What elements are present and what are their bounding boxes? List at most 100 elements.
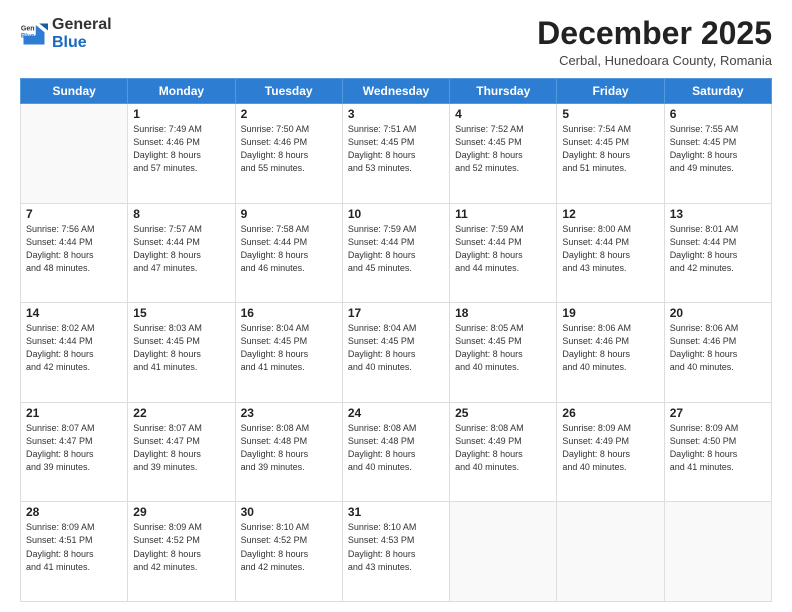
day-info: Sunrise: 8:08 AM Sunset: 4:48 PM Dayligh… bbox=[241, 422, 337, 474]
calendar-cell: 15 Sunrise: 8:03 AM Sunset: 4:45 PM Dayli… bbox=[128, 303, 235, 403]
day-number: 5 bbox=[562, 107, 658, 121]
day-number: 27 bbox=[670, 406, 766, 420]
calendar-cell: 23 Sunrise: 8:08 AM Sunset: 4:48 PM Dayli… bbox=[235, 402, 342, 502]
day-info: Sunrise: 8:02 AM Sunset: 4:44 PM Dayligh… bbox=[26, 322, 122, 374]
day-info: Sunrise: 8:08 AM Sunset: 4:48 PM Dayligh… bbox=[348, 422, 444, 474]
calendar-cell: 7 Sunrise: 7:56 AM Sunset: 4:44 PM Daylig… bbox=[21, 203, 128, 303]
day-info: Sunrise: 8:07 AM Sunset: 4:47 PM Dayligh… bbox=[26, 422, 122, 474]
calendar-cell: 8Sunrise: 7:57 AM Sunset: 4:44 PM Daylig… bbox=[128, 203, 235, 303]
day-number: 8 bbox=[133, 207, 229, 221]
day-info: Sunrise: 8:05 AM Sunset: 4:45 PM Dayligh… bbox=[455, 322, 551, 374]
day-info: Sunrise: 8:03 AM Sunset: 4:45 PM Dayligh… bbox=[133, 322, 229, 374]
day-number: 15 bbox=[133, 306, 229, 320]
logo-blue-text: Blue bbox=[52, 34, 112, 52]
day-header-sunday: Sunday bbox=[21, 79, 128, 104]
day-header-wednesday: Wednesday bbox=[342, 79, 449, 104]
calendar-cell: 20 Sunrise: 8:06 AM Sunset: 4:46 PM Dayli… bbox=[664, 303, 771, 403]
day-number: 31 bbox=[348, 505, 444, 519]
day-info: Sunrise: 8:06 AM Sunset: 4:46 PM Dayligh… bbox=[670, 322, 766, 374]
day-header-saturday: Saturday bbox=[664, 79, 771, 104]
day-number: 14 bbox=[26, 306, 122, 320]
day-info: Sunrise: 8:00 AM Sunset: 4:44 PM Dayligh… bbox=[562, 223, 658, 275]
day-info: Sunrise: 8:04 AM Sunset: 4:45 PM Dayligh… bbox=[241, 322, 337, 374]
week-row-2: 7 Sunrise: 7:56 AM Sunset: 4:44 PM Daylig… bbox=[21, 203, 772, 303]
calendar-cell: 21 Sunrise: 8:07 AM Sunset: 4:47 PM Dayli… bbox=[21, 402, 128, 502]
calendar-cell: 3Sunrise: 7:51 AM Sunset: 4:45 PM Daylig… bbox=[342, 104, 449, 204]
day-number: 20 bbox=[670, 306, 766, 320]
day-number: 28 bbox=[26, 505, 122, 519]
calendar-cell: 18Sunrise: 8:05 AM Sunset: 4:45 PM Dayli… bbox=[450, 303, 557, 403]
day-info: Sunrise: 7:59 AM Sunset: 4:44 PM Dayligh… bbox=[348, 223, 444, 275]
calendar-cell: 14 Sunrise: 8:02 AM Sunset: 4:44 PM Dayli… bbox=[21, 303, 128, 403]
calendar-cell: 25Sunrise: 8:08 AM Sunset: 4:49 PM Dayli… bbox=[450, 402, 557, 502]
day-number: 17 bbox=[348, 306, 444, 320]
day-info: Sunrise: 7:55 AM Sunset: 4:45 PM Dayligh… bbox=[670, 123, 766, 175]
day-number: 29 bbox=[133, 505, 229, 519]
day-number: 6 bbox=[670, 107, 766, 121]
calendar-cell: 12 Sunrise: 8:00 AM Sunset: 4:44 PM Dayli… bbox=[557, 203, 664, 303]
calendar-cell: 29 Sunrise: 8:09 AM Sunset: 4:52 PM Dayli… bbox=[128, 502, 235, 602]
calendar-cell: 13 Sunrise: 8:01 AM Sunset: 4:44 PM Dayli… bbox=[664, 203, 771, 303]
calendar-cell bbox=[557, 502, 664, 602]
subtitle: Cerbal, Hunedoara County, Romania bbox=[537, 53, 772, 68]
day-number: 9 bbox=[241, 207, 337, 221]
calendar-cell: 16Sunrise: 8:04 AM Sunset: 4:45 PM Dayli… bbox=[235, 303, 342, 403]
day-number: 13 bbox=[670, 207, 766, 221]
day-number: 24 bbox=[348, 406, 444, 420]
day-info: Sunrise: 7:54 AM Sunset: 4:45 PM Dayligh… bbox=[562, 123, 658, 175]
day-number: 30 bbox=[241, 505, 337, 519]
day-number: 2 bbox=[241, 107, 337, 121]
calendar-cell: 30 Sunrise: 8:10 AM Sunset: 4:52 PM Dayli… bbox=[235, 502, 342, 602]
calendar-cell: 17 Sunrise: 8:04 AM Sunset: 4:45 PM Dayli… bbox=[342, 303, 449, 403]
month-title: December 2025 bbox=[537, 16, 772, 51]
calendar-cell bbox=[664, 502, 771, 602]
day-number: 23 bbox=[241, 406, 337, 420]
day-info: Sunrise: 8:09 AM Sunset: 4:52 PM Dayligh… bbox=[133, 521, 229, 573]
day-number: 12 bbox=[562, 207, 658, 221]
day-info: Sunrise: 7:49 AM Sunset: 4:46 PM Dayligh… bbox=[133, 123, 229, 175]
day-info: Sunrise: 8:09 AM Sunset: 4:51 PM Dayligh… bbox=[26, 521, 122, 573]
day-header-tuesday: Tuesday bbox=[235, 79, 342, 104]
calendar-cell: 19Sunrise: 8:06 AM Sunset: 4:46 PM Dayli… bbox=[557, 303, 664, 403]
day-number: 4 bbox=[455, 107, 551, 121]
calendar-cell: 1 Sunrise: 7:49 AM Sunset: 4:46 PM Daylig… bbox=[128, 104, 235, 204]
day-info: Sunrise: 8:09 AM Sunset: 4:49 PM Dayligh… bbox=[562, 422, 658, 474]
day-number: 1 bbox=[133, 107, 229, 121]
svg-text:Blue: Blue bbox=[21, 32, 35, 39]
day-info: Sunrise: 7:58 AM Sunset: 4:44 PM Dayligh… bbox=[241, 223, 337, 275]
day-number: 21 bbox=[26, 406, 122, 420]
calendar-cell: 10 Sunrise: 7:59 AM Sunset: 4:44 PM Dayli… bbox=[342, 203, 449, 303]
calendar-table: SundayMondayTuesdayWednesdayThursdayFrid… bbox=[20, 78, 772, 602]
logo: Gen Blue General Blue bbox=[20, 16, 112, 51]
day-header-monday: Monday bbox=[128, 79, 235, 104]
day-number: 26 bbox=[562, 406, 658, 420]
day-info: Sunrise: 8:06 AM Sunset: 4:46 PM Dayligh… bbox=[562, 322, 658, 374]
calendar-cell: 24 Sunrise: 8:08 AM Sunset: 4:48 PM Dayli… bbox=[342, 402, 449, 502]
logo-icon: Gen Blue bbox=[20, 20, 48, 48]
header: Gen Blue General Blue December 2025 Cerb… bbox=[20, 16, 772, 68]
calendar-cell: 4Sunrise: 7:52 AM Sunset: 4:45 PM Daylig… bbox=[450, 104, 557, 204]
week-row-1: 1 Sunrise: 7:49 AM Sunset: 4:46 PM Daylig… bbox=[21, 104, 772, 204]
calendar-cell: 31Sunrise: 8:10 AM Sunset: 4:53 PM Dayli… bbox=[342, 502, 449, 602]
day-number: 7 bbox=[26, 207, 122, 221]
day-info: Sunrise: 7:56 AM Sunset: 4:44 PM Dayligh… bbox=[26, 223, 122, 275]
day-info: Sunrise: 8:04 AM Sunset: 4:45 PM Dayligh… bbox=[348, 322, 444, 374]
day-info: Sunrise: 7:50 AM Sunset: 4:46 PM Dayligh… bbox=[241, 123, 337, 175]
day-number: 10 bbox=[348, 207, 444, 221]
calendar-cell: 26 Sunrise: 8:09 AM Sunset: 4:49 PM Dayli… bbox=[557, 402, 664, 502]
day-info: Sunrise: 8:01 AM Sunset: 4:44 PM Dayligh… bbox=[670, 223, 766, 275]
calendar-cell: 5 Sunrise: 7:54 AM Sunset: 4:45 PM Daylig… bbox=[557, 104, 664, 204]
day-number: 3 bbox=[348, 107, 444, 121]
page: Gen Blue General Blue December 2025 Cerb… bbox=[0, 0, 792, 612]
calendar-cell bbox=[21, 104, 128, 204]
day-header-thursday: Thursday bbox=[450, 79, 557, 104]
day-info: Sunrise: 8:07 AM Sunset: 4:47 PM Dayligh… bbox=[133, 422, 229, 474]
day-info: Sunrise: 8:09 AM Sunset: 4:50 PM Dayligh… bbox=[670, 422, 766, 474]
day-number: 11 bbox=[455, 207, 551, 221]
day-info: Sunrise: 8:10 AM Sunset: 4:52 PM Dayligh… bbox=[241, 521, 337, 573]
title-block: December 2025 Cerbal, Hunedoara County, … bbox=[537, 16, 772, 68]
week-row-3: 14 Sunrise: 8:02 AM Sunset: 4:44 PM Dayli… bbox=[21, 303, 772, 403]
day-info: Sunrise: 8:08 AM Sunset: 4:49 PM Dayligh… bbox=[455, 422, 551, 474]
svg-text:Gen: Gen bbox=[21, 25, 35, 32]
calendar-cell: 22Sunrise: 8:07 AM Sunset: 4:47 PM Dayli… bbox=[128, 402, 235, 502]
